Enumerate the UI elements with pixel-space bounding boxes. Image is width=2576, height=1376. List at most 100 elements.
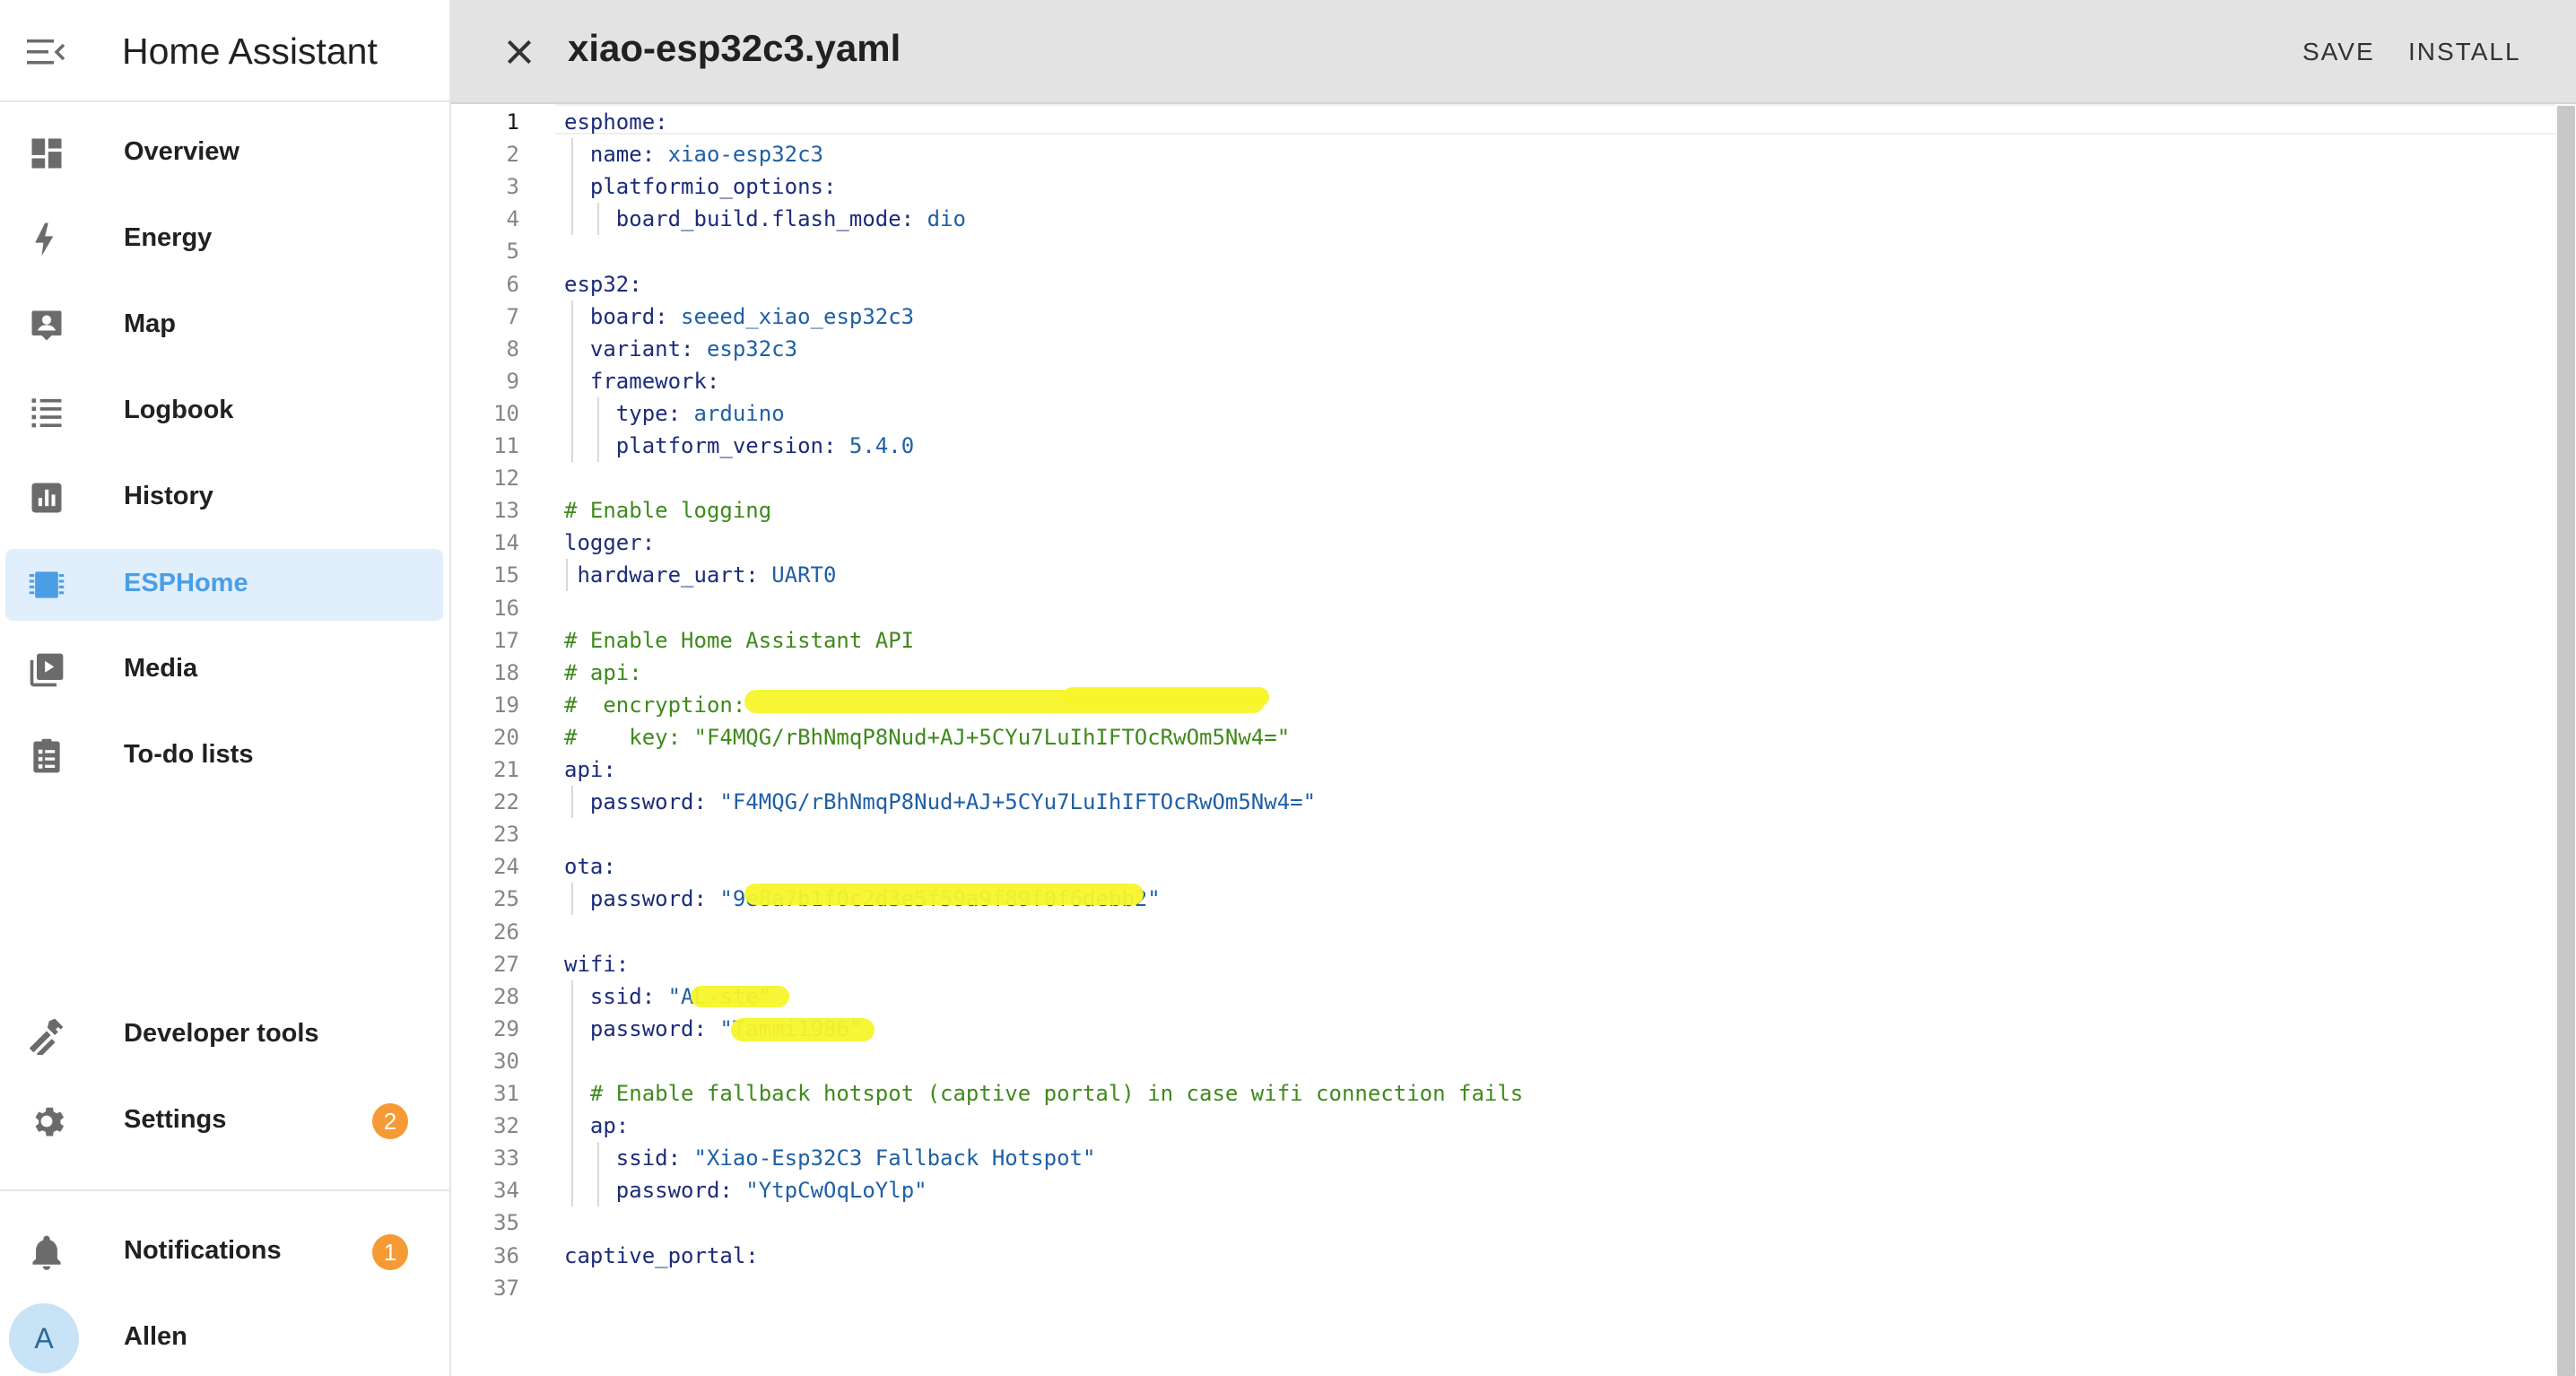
code-text: ap:: [590, 1110, 629, 1142]
code-line[interactable]: 21 api:: [451, 753, 2550, 786]
line-number: 16: [493, 595, 519, 621]
indent-guide: [566, 559, 568, 592]
sidebar-item-developer-tools[interactable]: Developer tools: [5, 999, 443, 1071]
line-number: 5: [506, 239, 519, 265]
code-line[interactable]: 35: [451, 1206, 2550, 1239]
line-number: 28: [493, 983, 519, 1009]
code-line[interactable]: 10 type: arduino: [451, 397, 2550, 430]
code-line[interactable]: 27 wifi:: [451, 948, 2550, 980]
code-line[interactable]: 18 # api:: [451, 657, 2550, 689]
line-number: 37: [493, 1275, 519, 1301]
sidebar-item-label: Settings: [124, 1105, 227, 1134]
code-line[interactable]: 31 # Enable fallback hotspot (captive por…: [451, 1077, 2550, 1110]
line-number: 18: [493, 659, 519, 685]
code-line[interactable]: 26: [451, 916, 2550, 948]
code-line[interactable]: 22 password: "F4MQG/rBhNmqP8Nud+AJ+5CYu7L…: [451, 786, 2550, 818]
yaml-key: logger:: [564, 530, 656, 556]
app-title: Home Assistant: [122, 30, 378, 72]
code-text: # Enable Home Assistant API: [564, 624, 914, 657]
sidebar-item-user[interactable]: A Allen: [5, 1302, 443, 1374]
yaml-value: arduino: [693, 400, 785, 426]
indent-guide: [571, 300, 573, 463]
save-button[interactable]: SAVE: [2302, 38, 2375, 66]
sidebar-item-media[interactable]: Media: [5, 634, 443, 706]
line-number: 32: [493, 1113, 519, 1139]
sidebar-item-label: Developer tools: [124, 1019, 319, 1048]
gear-icon: [35, 1107, 65, 1137]
line-number: 22: [493, 789, 519, 815]
code-text: # api:: [564, 657, 642, 689]
code-line[interactable]: 32 ap:: [451, 1110, 2550, 1142]
code-line[interactable]: 13 # Enable logging: [451, 494, 2550, 527]
indent-guide: [596, 1142, 599, 1207]
code-line[interactable]: 16: [451, 592, 2550, 624]
code-line[interactable]: 7 board: seeed_xiao_esp32c3: [451, 300, 2550, 333]
yaml-key: ssid:: [589, 983, 668, 1009]
sidebar-item-overview[interactable]: Overview: [5, 118, 443, 189]
install-button[interactable]: INSTALL: [2408, 38, 2521, 66]
sidebar-item-notifications[interactable]: Notifications 1: [5, 1216, 443, 1288]
sidebar-header: Home Assistant: [0, 0, 449, 102]
line-number: 33: [493, 1145, 519, 1171]
code-line[interactable]: 12: [451, 462, 2550, 494]
sidebar-item-settings[interactable]: Settings 2: [5, 1085, 443, 1157]
yaml-key: api:: [564, 757, 616, 782]
code-line[interactable]: 11 platform_version: 5.4.0: [451, 430, 2550, 462]
avatar: A: [9, 1303, 79, 1373]
line-number: 15: [493, 562, 519, 588]
code-line[interactable]: 2 name: xiao-esp32c3: [451, 138, 2550, 170]
scrollbar-thumb[interactable]: [2557, 106, 2575, 1376]
code-line[interactable]: 20 # key: "F4MQG/rBhNmqP8Nud+AJ+5CYu7LuIh…: [451, 721, 2550, 753]
code-line[interactable]: 1 esphome:: [451, 106, 2550, 138]
code-line[interactable]: 24 ota:: [451, 850, 2550, 883]
code-line[interactable]: 5: [451, 235, 2550, 267]
code-text: logger:: [564, 527, 655, 559]
code-line[interactable]: 3 platformio_options:: [451, 170, 2550, 203]
code-text: api:: [564, 753, 616, 786]
code-line[interactable]: 6 esp32:: [451, 268, 2550, 300]
yaml-key: esp32:: [564, 271, 642, 297]
user-name: Allen: [124, 1322, 187, 1351]
code-text: # encryption:: [564, 689, 745, 721]
code-text: # Enable fallback hotspot (captive porta…: [590, 1077, 1523, 1110]
code-text: captive_portal:: [564, 1240, 759, 1272]
map-person-icon: [31, 310, 62, 341]
code-editor[interactable]: 1 esphome: 2 name: xiao-esp32c3 3 platformio_…: [451, 104, 2576, 1376]
code-text: variant: esp32c3: [590, 333, 797, 365]
yaml-value: "F4MQG/rBhNmqP8Nud+AJ+5CYu7LuIhIFTOcRwOm…: [719, 789, 1317, 815]
code-line[interactable]: 8 variant: esp32c3: [451, 333, 2550, 365]
indent-guide: [571, 980, 573, 1207]
line-number: 30: [493, 1048, 519, 1074]
yaml-key: ap:: [589, 1113, 630, 1139]
file-title: xiao-esp32c3.yaml: [568, 27, 901, 69]
sidebar-divider: [0, 1189, 449, 1191]
code-line[interactable]: 23: [451, 818, 2550, 850]
close-icon[interactable]: [501, 34, 537, 70]
sidebar-item-energy[interactable]: Energy: [5, 204, 443, 275]
line-number: 20: [493, 724, 519, 750]
sidebar-item-history[interactable]: History: [5, 462, 443, 534]
code-line[interactable]: 14 logger:: [451, 527, 2550, 559]
line-number: 4: [506, 206, 519, 232]
code-line[interactable]: 4 board_build.flash_mode: dio: [451, 203, 2550, 235]
code-line[interactable]: 17 # Enable Home Assistant API: [451, 624, 2550, 657]
line-number: 31: [493, 1081, 519, 1106]
code-line[interactable]: 9 framework:: [451, 365, 2550, 397]
code-line[interactable]: 34 password: "YtpCwOqLoYlp": [451, 1174, 2550, 1206]
code-text: ota:: [564, 850, 616, 883]
code-line[interactable]: 37: [451, 1272, 2550, 1304]
code-text: # key: "F4MQG/rBhNmqP8Nud+AJ+5CYu7LuIhIF…: [564, 721, 1290, 753]
settings-badge: 2: [372, 1103, 408, 1139]
sidebar-item-logbook[interactable]: Logbook: [5, 376, 443, 448]
sidebar-item-esphome[interactable]: ESPHome: [5, 549, 443, 621]
yaml-key: password:: [589, 1015, 720, 1041]
sidebar-item-map[interactable]: Map: [5, 290, 443, 361]
sidebar-item-label: Energy: [124, 223, 213, 252]
code-line[interactable]: 36 captive_portal:: [451, 1240, 2550, 1272]
code-line[interactable]: 33 ssid: "Xiao-Esp32C3 Fallback Hotspot": [451, 1142, 2550, 1174]
code-line[interactable]: 30: [451, 1045, 2550, 1077]
code-line[interactable]: 15 hardware_uart: UART0: [451, 559, 2550, 591]
chart-icon: [31, 483, 62, 513]
sidebar-item-todo-lists[interactable]: To-do lists: [5, 720, 443, 792]
menu-collapse-icon[interactable]: [27, 38, 65, 66]
